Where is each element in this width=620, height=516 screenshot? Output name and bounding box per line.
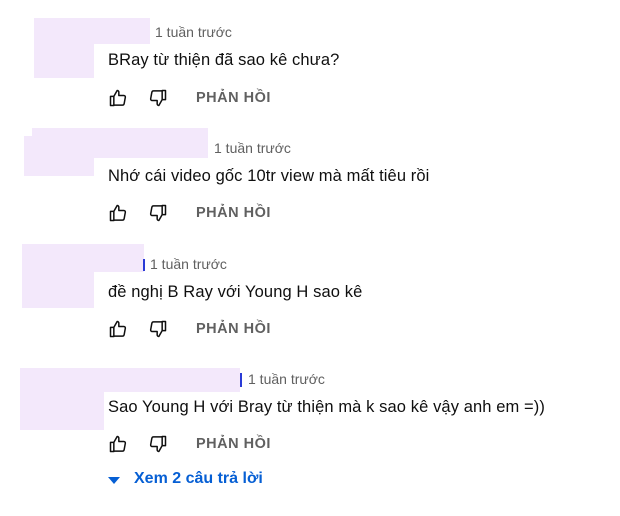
thumbs-up-icon (109, 320, 127, 338)
comment-timestamp[interactable]: 1 tuần trước (150, 256, 227, 272)
redacted-avatar-area (34, 18, 94, 78)
comment-timestamp[interactable]: 1 tuần trước (155, 24, 232, 40)
redacted-avatar-area (22, 244, 94, 308)
redacted-avatar-area (20, 368, 104, 430)
comment-timestamp[interactable]: 1 tuần trước (214, 140, 291, 156)
caret-down-icon (108, 477, 120, 484)
comment-timestamp[interactable]: 1 tuần trước (248, 371, 325, 387)
comment-text: Sao Young H với Bray từ thiện mà k sao k… (108, 398, 545, 416)
thumbs-down-icon (149, 435, 167, 453)
thumbs-down-icon (149, 204, 167, 222)
dislike-button[interactable] (148, 434, 170, 456)
comment-text: Nhớ cái video gốc 10tr view mà mất tiêu … (108, 167, 430, 185)
thumbs-down-icon (149, 320, 167, 338)
reply-button[interactable]: PHẢN HỒI (196, 436, 271, 452)
thumbs-down-icon (149, 89, 167, 107)
like-button[interactable] (108, 434, 130, 456)
reply-button[interactable]: PHẢN HỒI (196, 90, 271, 106)
like-button[interactable] (108, 88, 130, 110)
like-button[interactable] (108, 319, 130, 341)
dislike-button[interactable] (148, 88, 170, 110)
thumbs-up-icon (109, 89, 127, 107)
redacted-author-name (94, 244, 144, 272)
redaction-edge-mark (143, 259, 145, 271)
thumbs-up-icon (109, 435, 127, 453)
view-replies-label: Xem 2 câu trả lời (134, 470, 263, 487)
redacted-author-name (94, 18, 150, 44)
dislike-button[interactable] (148, 319, 170, 341)
like-button[interactable] (108, 203, 130, 225)
redaction-edge-mark (240, 373, 242, 387)
thumbs-up-icon (109, 204, 127, 222)
redacted-author-name (32, 128, 208, 158)
reply-button[interactable]: PHẢN HỒI (196, 205, 271, 221)
dislike-button[interactable] (148, 203, 170, 225)
comment-text: đề nghị B Ray với Young H sao kê (108, 283, 363, 301)
comment-text: BRay từ thiện đã sao kê chưa? (108, 51, 340, 69)
redacted-author-name (104, 368, 240, 392)
reply-button[interactable]: PHẢN HỒI (196, 321, 271, 337)
